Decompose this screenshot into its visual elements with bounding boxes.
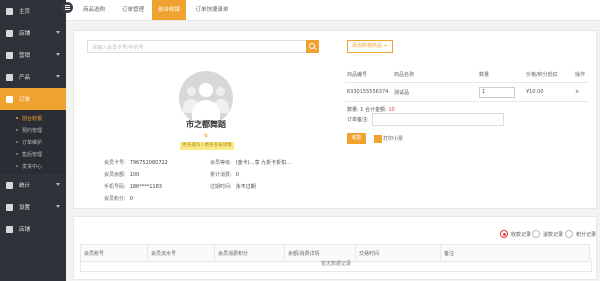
cart-header-op: 操作 [573,66,589,83]
chevron-down-icon [56,75,60,78]
tag-icon [6,95,13,103]
cart-cell-name: 测试品 [392,82,477,102]
cart-header-qty: 数量 [477,66,524,83]
sidebar-item-label: 订单 [19,97,31,103]
menu-toggle-icon[interactable] [62,2,73,13]
radio-points-records[interactable]: 积分记录 [565,230,596,238]
cart-summary: 数量: 1 合计金额: 10 [347,107,395,113]
print-receipt-checkbox[interactable] [374,135,382,143]
submenu-label: 售后管理 [22,151,43,158]
member-expiry: 过期时间: 永不过期 [210,184,256,190]
radio-icon [565,230,573,238]
cart-header-price: 价格/积分抵扣 [524,66,573,83]
sidebar-item-label: 店铺 [19,227,31,233]
sidebar-item-label: 营销 [19,53,31,59]
radio-refund-records[interactable]: 退款记录 [532,230,563,238]
member-phone: 手机号码: 186****1183 [104,184,162,190]
radio-payment-records[interactable]: 收款记录 [500,230,531,238]
monitor-icon [6,29,13,37]
member-name: 市之都舞蹈 [186,120,226,129]
member-more-button[interactable]: 更多操作 / 更多会员详情 [180,142,234,150]
top-tab-bar: 商品选购 订单管理 前台收银 订单快捷录单 [62,0,600,21]
search-placeholder: 请输入会员卡号/手机号 [92,45,144,51]
bullet-icon [16,165,18,167]
member-total-spent: 累计消费: 0 [210,172,239,178]
cart-header-row: 商品编号 商品名称 数量 价格/积分抵扣 操作 [345,66,589,83]
sidebar-item-label: 主页 [19,9,31,15]
megaphone-icon [6,51,13,59]
sidebar-item-home[interactable]: 主页 [0,0,66,22]
member-gender: 女 [203,133,209,139]
sidebar-item-statistics[interactable]: 统计 [0,174,66,196]
sidebar-item-label: 产品 [19,75,31,81]
submenu-label: 预约管理 [22,127,43,134]
member-balance: 会员余额: 100 [104,172,140,178]
chevron-down-icon [56,31,60,34]
records-empty-state: 暂无数据记录 [80,258,592,272]
submenu-item-order-maintenance[interactable]: 订单维护 [0,136,66,148]
submenu-label: 订单维护 [22,139,43,146]
chevron-down-icon [56,205,60,208]
cart-table: 商品编号 商品名称 数量 价格/积分抵扣 操作 6330155556374 测试… [345,66,589,102]
search-button[interactable] [306,40,319,53]
bullet-icon [16,141,18,143]
cart-header-code: 商品编号 [345,66,392,83]
sidebar-item-label: 店铺 [19,31,31,37]
member-card-number: 会员卡号: 796752080722 [104,160,168,166]
sidebar-item-product[interactable]: 产品 [0,66,66,88]
member-search-input[interactable]: 请输入会员卡号/手机号 [87,40,319,53]
sidebar-item-label: 设置 [19,205,31,211]
remark-input[interactable] [372,113,504,126]
remark-label: 订单备注: [347,117,369,123]
sidebar: 主页 店铺 营销 产品 订单 前台收银 预约管理 订单维护 售后管理 发货中心 … [0,0,66,281]
chevron-down-icon [56,183,60,186]
tab-quick-order[interactable]: 订单快捷录单 [190,0,234,20]
radio-selected-icon [500,230,508,238]
member-points: 会员积分: 0 [104,196,133,202]
sidebar-item-label: 统计 [19,183,31,189]
sidebar-item-store[interactable]: 店铺 [0,22,66,44]
bullet-icon [16,129,18,131]
quantity-input[interactable]: 1 [479,86,515,98]
home-icon [6,7,13,15]
chevron-down-icon [56,53,60,56]
cart-cell-price: ¥10.00 [524,82,573,102]
radio-icon [532,230,540,238]
submenu-item-shipping[interactable]: 发货中心 [0,160,66,172]
cart-cell-code: 6330155556374 [345,82,392,102]
sidebar-item-settings[interactable]: 设置 [0,196,66,218]
submenu-item-cashier[interactable]: 前台收银 [0,112,66,124]
tab-order-management[interactable]: 订单管理 [116,0,150,20]
store-icon [6,225,13,233]
submenu-item-appointments[interactable]: 预约管理 [0,124,66,136]
remove-item-icon[interactable]: × [573,82,589,102]
pie-chart-icon [6,181,13,189]
table-row: 6330155556374 测试品 1 ¥10.00 × [345,82,589,102]
cart-header-name: 商品名称 [392,66,477,83]
cart-icon [6,73,13,81]
sidebar-item-shop[interactable]: 店铺 [0,218,66,240]
bullet-icon [16,153,18,155]
print-receipt-label: 打印小票 [383,136,404,142]
sidebar-item-marketing[interactable]: 营销 [0,44,66,66]
bullet-icon [16,117,18,119]
submenu-label: 发货中心 [22,163,43,170]
submenu-item-after-sales[interactable]: 售后管理 [0,148,66,160]
sidebar-submenu: 前台收银 预约管理 订单维护 售后管理 发货中心 [0,110,66,174]
collect-payment-button[interactable]: 收款 [347,133,366,144]
gear-icon [6,203,13,211]
tab-product-selection[interactable]: 商品选购 [78,0,110,20]
add-product-button[interactable]: 添加购物商品 + [347,40,393,53]
member-level: 会员等级: (金卡)…享 九折卡折扣… [210,160,292,166]
submenu-label: 前台收银 [22,115,43,122]
sidebar-item-order[interactable]: 订单 [0,88,66,110]
tab-cashier[interactable]: 前台收银 [152,0,186,20]
avatar [179,71,233,125]
